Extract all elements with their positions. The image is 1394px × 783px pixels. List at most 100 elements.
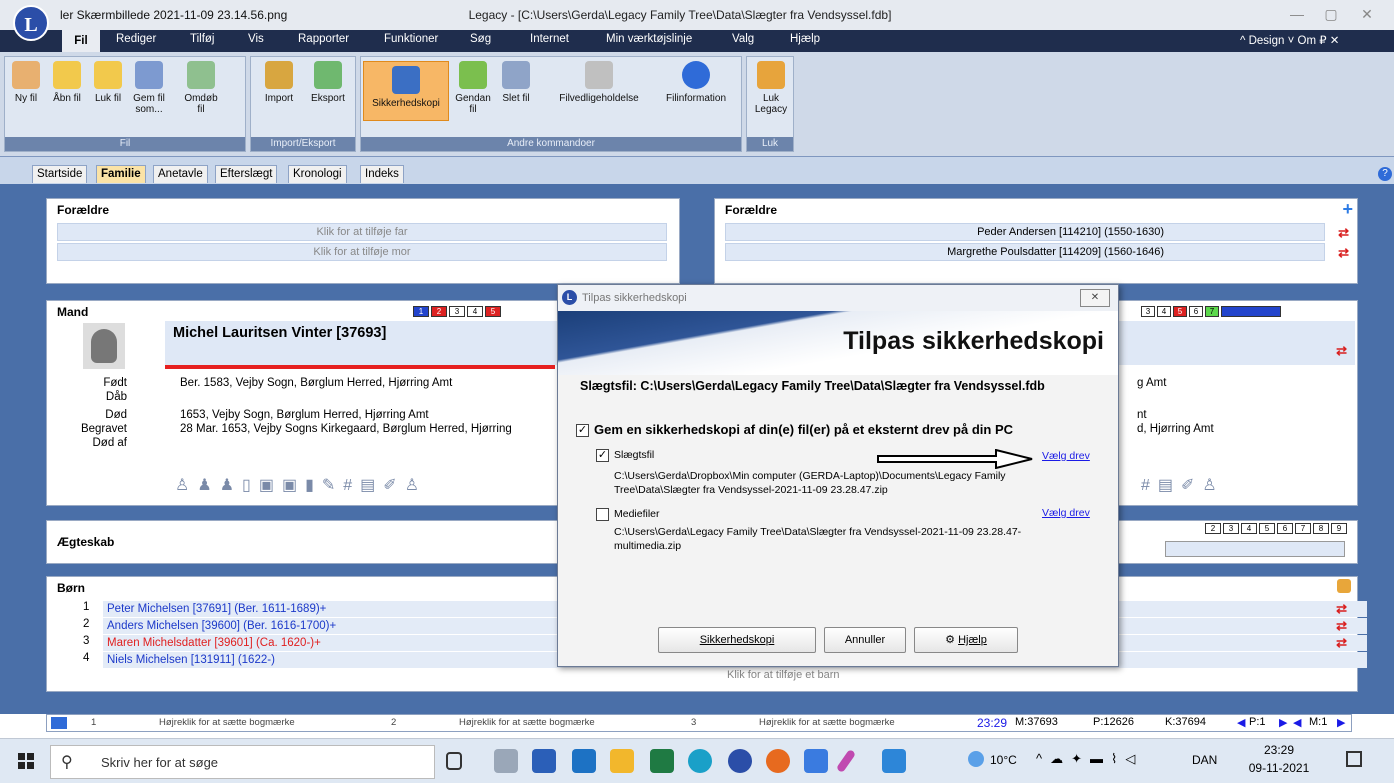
tab-efterslaegt[interactable]: Efterslægt [215, 165, 278, 183]
media-files-checkbox[interactable] [596, 508, 609, 521]
windows-start-icon[interactable] [18, 753, 34, 769]
marriage-tag[interactable]: 9 [1331, 523, 1347, 534]
menu-rediger[interactable]: Rediger [116, 33, 156, 45]
minimize-button[interactable]: — [1282, 6, 1312, 22]
death-value[interactable]: 1653, Vejby Sogn, Børglum Herred, Hjørri… [180, 409, 429, 421]
notification-icon[interactable] [1346, 751, 1362, 767]
family-file-checkbox[interactable]: ✓ [596, 449, 609, 462]
spouse-burial-value[interactable]: d, Hjørring Amt [1137, 423, 1214, 435]
color-tag[interactable]: 6 [1189, 306, 1203, 317]
menu-tilfoej[interactable]: Tilføj [190, 33, 214, 45]
import-button[interactable]: Import [257, 61, 301, 104]
dropbox-icon[interactable] [804, 749, 828, 773]
menu-rapporter[interactable]: Rapporter [298, 33, 349, 45]
menu-soeg[interactable]: Søg [470, 33, 491, 45]
close-file-button[interactable]: Luk fil [93, 61, 123, 104]
file-info-button[interactable]: Filinformation [655, 61, 737, 104]
swap-icon[interactable]: ⇄ [1336, 601, 1347, 617]
close-legacy-button[interactable]: Luk Legacy [751, 61, 791, 115]
color-tag[interactable]: 7 [1205, 306, 1219, 317]
help-button[interactable]: ⚙ Hjælp [914, 627, 1018, 653]
task-view-icon[interactable] [446, 752, 462, 770]
close-button[interactable]: ✕ [1352, 6, 1382, 23]
marriage-tag[interactable]: 3 [1223, 523, 1239, 534]
menu-fil[interactable]: Fil [62, 30, 100, 52]
tab-indeks[interactable]: Indeks [360, 165, 404, 183]
weather-icon[interactable] [968, 751, 984, 767]
save-as-button[interactable]: Gem fil som... [127, 61, 171, 115]
legacy-app-icon[interactable] [728, 749, 752, 773]
weather-temp[interactable]: 10°C [990, 753, 1017, 767]
maximize-button[interactable]: ▢ [1316, 6, 1346, 23]
burial-value[interactable]: 28 Mar. 1653, Vejby Sogns Kirkegaard, Bø… [180, 423, 560, 435]
taskbar-search[interactable]: ⚲ Skriv her for at søge [50, 745, 435, 779]
file-maintenance-button[interactable]: Filvedligeholdelse [547, 61, 651, 104]
add-father-field[interactable]: Klik for at tilføje far [57, 223, 667, 241]
prev-p-icon[interactable]: ◀ [1237, 716, 1245, 729]
menu-hjaelp[interactable]: Hjælp [790, 33, 820, 45]
father-field[interactable]: Peder Andersen [114210] (1550-1630) [725, 223, 1325, 241]
tab-anetavle[interactable]: Anetavle [153, 165, 208, 183]
delete-file-button[interactable]: Slet fil [501, 61, 531, 104]
menu-min-vaerktoejslinje[interactable]: Min værktøjslinje [606, 33, 692, 45]
backup-confirm-button[interactable]: Sikkerhedskopi [658, 627, 816, 653]
color-tag[interactable]: 4 [467, 306, 483, 317]
help-icon[interactable]: ? [1378, 167, 1392, 181]
next-p-icon[interactable]: ▶ [1279, 716, 1287, 729]
color-tag[interactable] [1221, 306, 1281, 317]
color-tag[interactable]: 5 [485, 306, 501, 317]
spouse-toolbar-icons[interactable]: #▤✐♙ [1141, 475, 1241, 497]
avatar[interactable] [83, 323, 125, 369]
color-tag[interactable]: 5 [1173, 306, 1187, 317]
backup-button[interactable]: Sikkerhedskopi [363, 61, 449, 121]
marriage-tag[interactable]: 7 [1295, 523, 1311, 534]
add-child-field[interactable]: Klik for at tilføje et barn [727, 669, 840, 681]
color-tag[interactable]: 4 [1157, 306, 1171, 317]
marriage-tag[interactable]: 4 [1241, 523, 1257, 534]
add-mother-field[interactable]: Klik for at tilføje mor [57, 243, 667, 261]
swap-icon[interactable]: ⇄ [1336, 343, 1347, 359]
edge-icon[interactable] [688, 749, 712, 773]
bookmark-slot-2[interactable]: Højreklik for at sætte bogmærke [459, 717, 595, 728]
tab-startside[interactable]: Startside [32, 165, 88, 183]
export-button[interactable]: Eksport [305, 61, 351, 104]
marriage-tag[interactable]: 5 [1259, 523, 1275, 534]
language-indicator[interactable]: DAN [1192, 753, 1217, 767]
restore-file-button[interactable]: Gendan fil [453, 61, 493, 115]
prev-m-icon[interactable]: ◀ [1293, 716, 1301, 729]
marriage-tag[interactable]: 8 [1313, 523, 1329, 534]
choose-drive-link-media[interactable]: Vælg drev [1042, 507, 1090, 519]
color-tag[interactable]: 3 [1141, 306, 1155, 317]
menu-internet[interactable]: Internet [530, 33, 569, 45]
file-explorer-icon[interactable] [610, 749, 634, 773]
add-child-icon[interactable] [1337, 579, 1351, 593]
spouse-death-value[interactable]: nt [1137, 409, 1147, 421]
color-tag[interactable]: 1 [413, 306, 429, 317]
swap-icon[interactable]: ⇄ [1338, 225, 1349, 241]
swap-icon[interactable]: ⇄ [1336, 618, 1347, 634]
menu-valg[interactable]: Valg [732, 33, 754, 45]
mother-field[interactable]: Margrethe Poulsdatter [114209] (1560-164… [725, 243, 1325, 261]
swap-icon[interactable]: ⇄ [1336, 635, 1347, 651]
tray-icons[interactable]: ^☁✦▬⌇◁ [1036, 751, 1143, 767]
word-icon[interactable] [532, 749, 556, 773]
marriage-tag[interactable]: 2 [1205, 523, 1221, 534]
menu-vis[interactable]: Vis [248, 33, 264, 45]
outlook-icon[interactable] [572, 749, 596, 773]
menu-funktioner[interactable]: Funktioner [384, 33, 438, 45]
menu-right-controls[interactable]: ^ Design ˅ Om ₽ ✕ [1240, 33, 1339, 47]
cancel-button[interactable]: Annuller [824, 627, 906, 653]
firefox-icon[interactable] [766, 749, 790, 773]
taskbar-date[interactable]: 09-11-2021 [1243, 761, 1315, 775]
app-icon[interactable] [494, 749, 518, 773]
marriage-tag[interactable]: 6 [1277, 523, 1293, 534]
bookmark-icon[interactable] [51, 717, 67, 729]
tab-familie[interactable]: Familie [96, 165, 146, 183]
tab-kronologi[interactable]: Kronologi [288, 165, 347, 183]
new-file-button[interactable]: Ny fil [9, 61, 43, 104]
marriage-toolbar[interactable] [1165, 541, 1345, 557]
excel-icon[interactable] [650, 749, 674, 773]
dialog-close-button[interactable]: ✕ [1080, 289, 1110, 307]
color-tag[interactable]: 3 [449, 306, 465, 317]
taskbar-time[interactable]: 23:29 [1249, 743, 1309, 757]
